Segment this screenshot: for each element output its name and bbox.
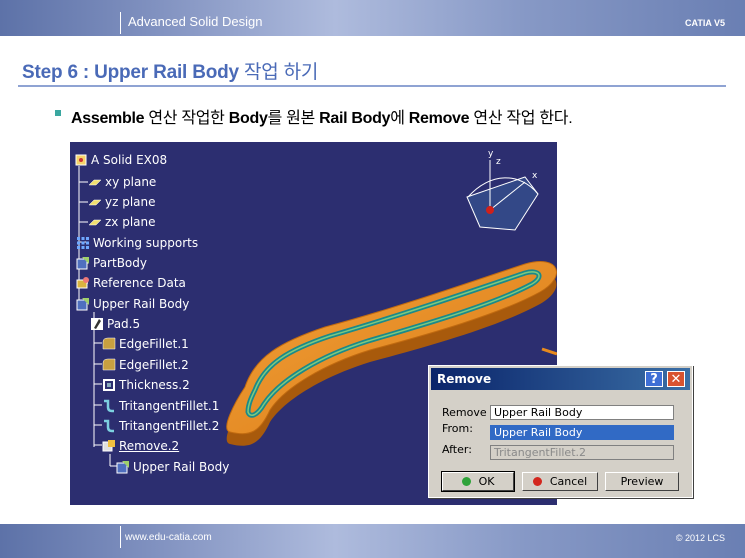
- compass-z-label: z: [496, 157, 501, 167]
- tree-node-label: TritangentFillet.1: [119, 399, 220, 413]
- plane-icon: [88, 215, 102, 229]
- tree-node[interactable]: Upper Rail Body: [76, 296, 189, 312]
- instruction-text: Assemble 연산 작업한 Body를 원본 Rail Body에 Remo…: [71, 104, 573, 128]
- compass-y-label: y: [488, 149, 494, 159]
- tree-node[interactable]: Pad.5: [90, 316, 140, 332]
- remove-label: Remove: [442, 406, 487, 419]
- partial-geometry: [541, 347, 557, 356]
- plane-icon: [88, 175, 102, 189]
- tree-node[interactable]: A Solid EX08: [74, 152, 167, 168]
- preview-label: Preview: [620, 475, 664, 488]
- tree-node-label: yz plane: [105, 195, 156, 209]
- dialog-title: Remove: [437, 372, 492, 386]
- tree-node[interactable]: xy plane: [88, 174, 156, 190]
- header-title: Advanced Solid Design: [128, 14, 263, 29]
- remove-field[interactable]: Upper Rail Body: [490, 405, 674, 420]
- plane-icon: [88, 195, 102, 209]
- header-separator: [120, 12, 121, 34]
- body-icon: [76, 297, 90, 311]
- remove-dialog: Remove ? ✕ Remove Upper Rail Body From: …: [428, 365, 693, 498]
- dialog-titlebar[interactable]: Remove ? ✕: [431, 368, 690, 390]
- thickness-icon: [102, 378, 116, 392]
- tree-node[interactable]: TritangentFillet.1: [102, 398, 219, 414]
- ok-button[interactable]: OK: [441, 471, 515, 492]
- step-heading: Step 6 : Upper Rail Body 작업 하기: [22, 57, 318, 84]
- tritangent-icon: [102, 419, 116, 433]
- tritangent-icon: [102, 399, 116, 413]
- compass-icon[interactable]: [466, 160, 539, 231]
- after-label: After:: [442, 443, 472, 456]
- instr-part: 를 원본: [267, 110, 320, 127]
- pad-icon: [90, 317, 104, 331]
- tree-node-label: PartBody: [93, 256, 147, 270]
- close-button[interactable]: ✕: [667, 371, 685, 387]
- tree-node-label: EdgeFillet.1: [119, 337, 189, 351]
- cancel-icon: [532, 477, 542, 486]
- tree-node-label: xy plane: [105, 175, 157, 189]
- tree-node-label: A Solid EX08: [91, 153, 168, 167]
- tree-node[interactable]: EdgeFillet.2: [102, 357, 189, 373]
- tree-node-label: Reference Data: [93, 276, 186, 290]
- fillet-icon: [102, 358, 116, 372]
- body-icon: [116, 460, 130, 474]
- instr-part: 연산 작업 한다.: [469, 110, 573, 127]
- footer-url: www.edu-catia.com: [125, 532, 212, 543]
- ok-icon: [461, 477, 471, 486]
- help-button[interactable]: ?: [645, 371, 663, 387]
- footer-copyright: © 2012 LCS: [675, 533, 725, 543]
- tree-node-label: EdgeFillet.2: [119, 358, 189, 372]
- grid-icon: [76, 236, 90, 250]
- tree-node-label: zx plane: [105, 215, 156, 229]
- instr-part: Rail Body: [319, 110, 391, 127]
- after-field: TritangentFillet.2: [490, 445, 674, 460]
- preview-button[interactable]: Preview: [605, 472, 679, 491]
- instr-part: 연산 작업한: [144, 110, 229, 127]
- tree-node[interactable]: Working supports: [76, 235, 198, 251]
- tree-node[interactable]: PartBody: [76, 255, 147, 271]
- tree-node[interactable]: EdgeFillet.1: [102, 336, 189, 352]
- header-brand: CATIA V5: [684, 18, 725, 28]
- bullet-square-icon: [55, 110, 61, 116]
- cancel-label: Cancel: [549, 475, 588, 488]
- compass-x-label: x: [532, 171, 538, 181]
- cancel-button[interactable]: Cancel: [522, 472, 598, 491]
- tree-node[interactable]: Remove.2: [102, 438, 179, 454]
- heading-rule: [18, 85, 726, 87]
- specification-tree: A Solid EX08 xy plane yz plane zx plane Work…: [70, 142, 320, 482]
- tree-node-label: TritangentFillet.2: [119, 419, 220, 433]
- part-icon: [74, 153, 88, 167]
- tree-node[interactable]: yz plane: [88, 194, 156, 210]
- step-heading-prefix: Step 6 : Upper Rail Body: [22, 62, 239, 83]
- ok-label: OK: [478, 475, 495, 488]
- tree-node[interactable]: Thickness.2: [102, 377, 190, 393]
- tree-node-label: Upper Rail Body: [133, 460, 230, 474]
- tree-node[interactable]: Upper Rail Body: [116, 459, 229, 475]
- step-heading-suffix: 작업 하기: [238, 62, 319, 83]
- tree-node-label: Thickness.2: [119, 378, 190, 392]
- tree-node[interactable]: Reference Data: [76, 275, 186, 291]
- from-label: From:: [442, 422, 473, 435]
- from-field[interactable]: Upper Rail Body: [490, 425, 674, 440]
- footer-separator: [120, 526, 121, 548]
- instr-part: Remove: [408, 110, 470, 127]
- tree-node[interactable]: TritangentFillet.2: [102, 418, 219, 434]
- footer-band: www.edu-catia.com © 2012 LCS: [0, 524, 745, 558]
- geoset-icon: [76, 276, 90, 290]
- tree-node-label: Working supports: [93, 236, 199, 250]
- tree-node-label: Pad.5: [107, 317, 141, 331]
- instr-part: Body: [228, 110, 268, 127]
- fillet-icon: [102, 337, 116, 351]
- body-icon: [76, 256, 90, 270]
- tree-node[interactable]: zx plane: [88, 214, 156, 230]
- instr-part: 에: [390, 110, 409, 127]
- tree-node-label: Upper Rail Body: [93, 297, 190, 311]
- header-band: Advanced Solid Design CATIA V5: [0, 0, 745, 36]
- remove-icon: [102, 439, 116, 453]
- instr-part: Assemble: [71, 110, 145, 127]
- tree-node-label: Remove.2: [119, 439, 180, 453]
